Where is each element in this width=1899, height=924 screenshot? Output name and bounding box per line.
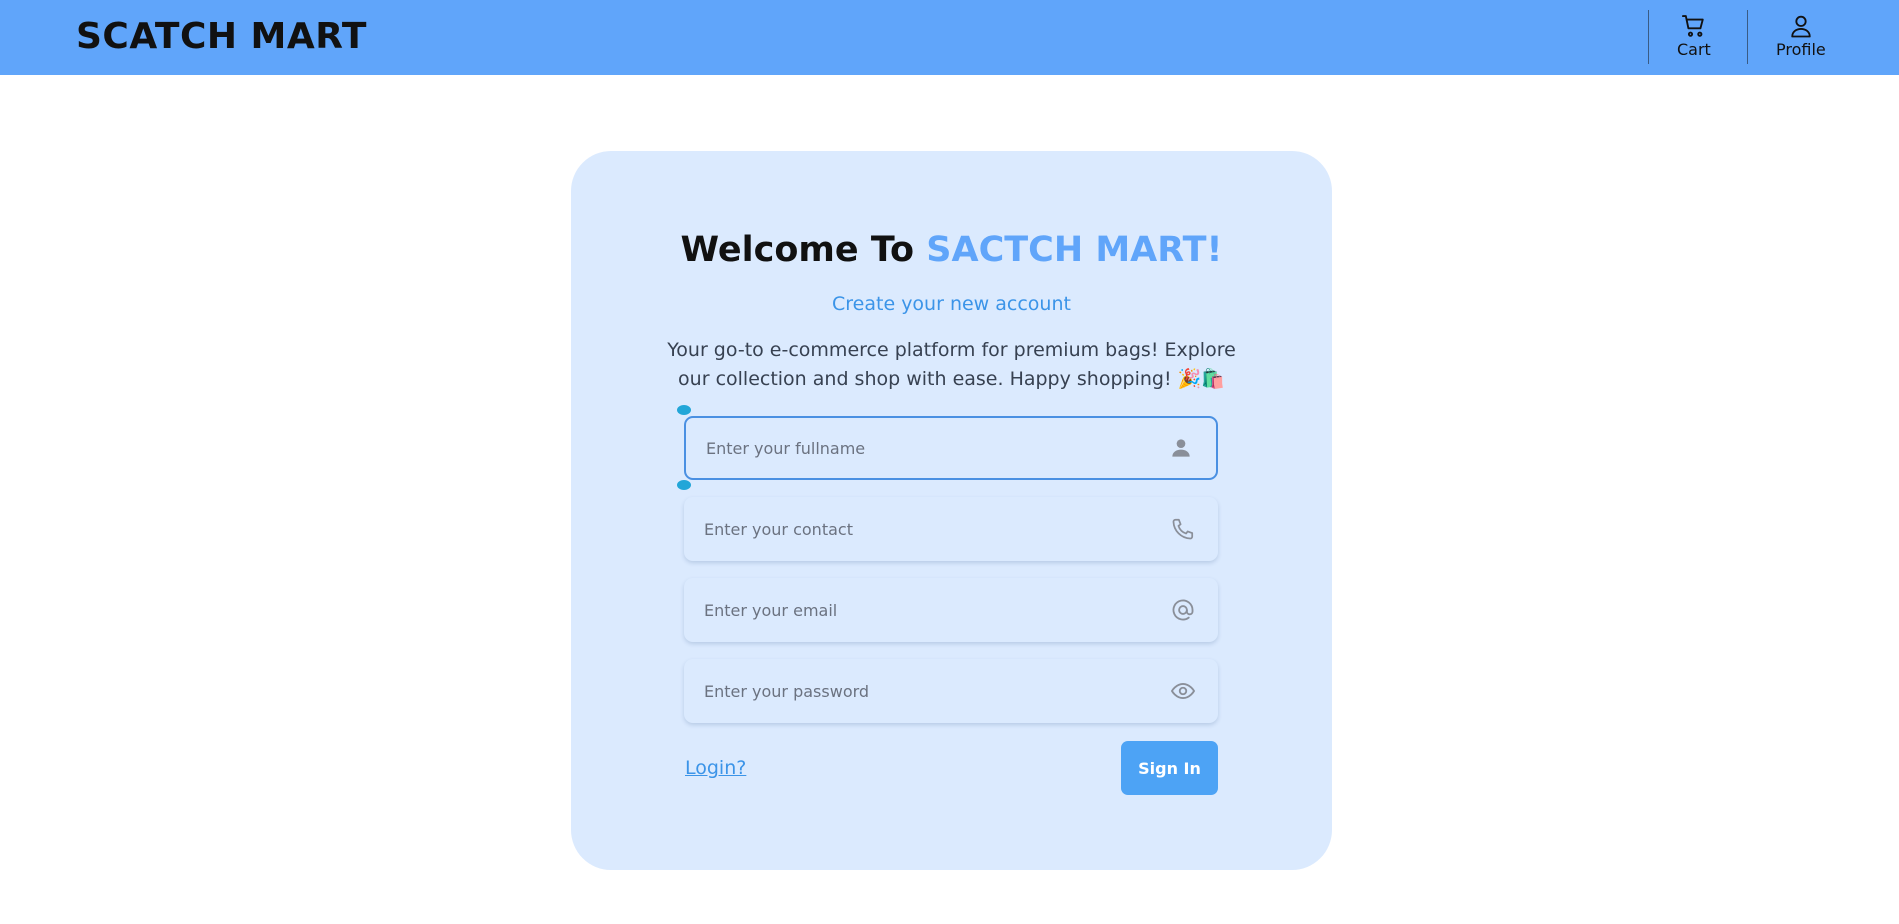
nav-divider	[1747, 10, 1748, 64]
welcome-title-brand: SACTCH MART!	[926, 230, 1223, 270]
nav-divider	[1648, 10, 1649, 64]
sign-in-button[interactable]: Sign In	[1121, 741, 1218, 795]
login-link[interactable]: Login?	[685, 755, 746, 781]
profile-label: Profile	[1776, 40, 1826, 59]
signup-card: Welcome To SACTCH MART! Create your new …	[571, 151, 1332, 870]
brand-logo-text[interactable]: SCATCH MART	[76, 14, 367, 60]
contact-field	[684, 497, 1218, 561]
email-field	[684, 578, 1218, 642]
at-icon	[1170, 597, 1196, 623]
welcome-title: Welcome To SACTCH MART!	[571, 227, 1332, 273]
platform-description: Your go-to e-commerce platform for premi…	[667, 339, 1236, 390]
profile-nav-button[interactable]: Profile	[1776, 12, 1826, 59]
user-icon	[1791, 15, 1811, 38]
cart-nav-button[interactable]: Cart	[1677, 12, 1711, 59]
cart-label: Cart	[1677, 40, 1711, 59]
cart-icon	[1681, 15, 1704, 37]
person-icon	[1168, 435, 1194, 461]
top-navbar: SCATCH MART Cart Profile	[0, 0, 1899, 75]
fullname-field	[684, 416, 1218, 480]
password-field	[684, 659, 1218, 723]
fullname-input[interactable]	[686, 418, 1168, 478]
contact-input[interactable]	[684, 497, 1170, 561]
password-input[interactable]	[684, 659, 1170, 723]
selection-handle-bottom[interactable]	[677, 480, 691, 490]
eye-icon[interactable]	[1170, 678, 1196, 704]
phone-icon	[1170, 516, 1196, 542]
welcome-title-prefix: Welcome To	[680, 230, 927, 270]
signup-subtitle: Create your new account	[832, 293, 1071, 315]
selection-handle-top[interactable]	[677, 405, 691, 415]
email-input[interactable]	[684, 578, 1170, 642]
